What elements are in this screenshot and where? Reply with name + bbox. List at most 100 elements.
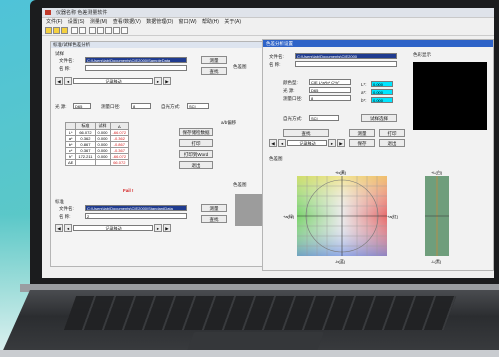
settings-dialog: 色差分析设置 文件名: C:\Users\lab\Documents\CIE20… — [262, 39, 494, 271]
lightness-bar: +L(白) -L(黑) — [425, 169, 449, 264]
sample-file-label: 文件名: — [59, 58, 74, 63]
table-cell: -66.072 — [109, 153, 130, 160]
sample-next-button[interactable]: ▸ — [154, 77, 162, 85]
color-diagram-label: 色差图 — [233, 64, 247, 69]
dialog-color-display-label: 色彩显示 — [413, 52, 431, 57]
dialog-light-label: 光 源: — [283, 88, 295, 93]
export-icon[interactable] — [105, 27, 112, 34]
axis-right-label: +a(红) — [387, 213, 399, 219]
settings-icon[interactable] — [113, 27, 120, 34]
standard-prev-button[interactable]: ◂ — [64, 224, 72, 232]
sample-last-button[interactable]: ▶ — [163, 77, 171, 85]
sample-nav-label: 记录移动 — [73, 78, 153, 84]
menu-bar: 文件(F) 设置(S) 测量(M) 查看/数据(V) 数据管理(D) 窗口(W)… — [42, 18, 494, 26]
sample-name-field[interactable] — [85, 65, 187, 71]
dialog-first-button[interactable]: ◀ — [269, 139, 277, 147]
dialog-exit-button[interactable]: 退出 — [379, 139, 405, 147]
light-field[interactable]: D65 — [73, 103, 91, 109]
menu-help[interactable]: 帮助(H) — [202, 19, 219, 25]
dialog-file-field[interactable]: C:\Users\lab\Documents\CIE2000 — [295, 53, 397, 59]
table-cell: 0.000 — [94, 147, 111, 154]
aperture-label: 测量口径: — [101, 104, 121, 109]
open-icon[interactable] — [45, 27, 52, 34]
settings-dialog-title: 色差分析设置 — [266, 41, 293, 46]
app-title: 仪器名称 色差测量软件 — [56, 10, 108, 16]
ka-label: a*: — [361, 90, 367, 95]
table-cell: 0.000 — [94, 135, 111, 142]
standard-measure-button[interactable]: 测量 — [201, 204, 227, 212]
aperture-field[interactable]: 8 — [131, 103, 151, 109]
standard-query-button[interactable]: 查找 — [201, 215, 227, 223]
table-icon[interactable] — [79, 27, 86, 34]
laptop-front-edge — [0, 350, 499, 357]
dialog-lightmode-select[interactable]: SCI — [309, 115, 339, 121]
ab-offset-label: a/b偏移 — [221, 120, 237, 125]
chart-icon[interactable] — [89, 27, 96, 34]
table-cell: 172.211 — [75, 153, 96, 160]
standard-first-button[interactable]: ◀ — [55, 224, 63, 232]
lbar-bottom-label: -L(黑) — [431, 259, 442, 264]
table-header: Δ — [109, 122, 130, 130]
laptop-screen: 仪器名称 色差测量软件 文件(F) 设置(S) 测量(M) 查看/数据(V) 数… — [42, 8, 494, 278]
dialog-light-select[interactable]: D65 — [309, 87, 351, 93]
dialog-measure-button[interactable]: 测量 — [349, 129, 375, 137]
dialog-print-button[interactable]: 打印 — [379, 129, 405, 137]
app-logo-icon — [45, 10, 51, 15]
dialog-next-button[interactable]: ▸ — [328, 139, 336, 147]
sample-file-field[interactable]: C:\Users\lab\Documents\CIE2000\SampleDat… — [85, 57, 187, 63]
menu-data[interactable]: 数据管理(D) — [146, 19, 173, 25]
menu-settings[interactable]: 设置(S) — [68, 19, 85, 25]
menu-about[interactable]: 关于(A) — [224, 19, 241, 25]
dialog-prev-button[interactable]: ◂ — [278, 139, 286, 147]
table-cell — [94, 159, 111, 166]
sample-measure-button[interactable]: 测量 — [201, 56, 227, 64]
dialog-name-field[interactable] — [295, 61, 397, 67]
axis-left-label: +a(绿) — [283, 213, 295, 219]
axis-bottom-label: -b(蓝) — [335, 258, 346, 264]
dialog-file-label: 文件名: — [269, 54, 284, 59]
grid-icon[interactable] — [71, 27, 78, 34]
standard-last-button[interactable]: ▶ — [163, 224, 171, 232]
toolbar — [42, 26, 494, 36]
save-check-data-button[interactable]: 保存储检数据 — [179, 128, 213, 136]
sample-select-button[interactable]: 试样选择 — [361, 114, 397, 122]
dialog-search-button[interactable]: 查找 — [283, 129, 329, 137]
dialog-save-button[interactable]: 保存 — [349, 139, 375, 147]
table-header: 试样 — [94, 122, 111, 130]
kb-label: b*: — [361, 98, 367, 103]
folder-icon[interactable] — [61, 27, 68, 34]
standard-next-button[interactable]: ▸ — [154, 224, 162, 232]
standard-file-field[interactable]: C:\Users\lab\Documents\CIE2000\StandardD… — [85, 205, 187, 211]
menu-measure[interactable]: 测量(M) — [90, 19, 108, 25]
ratio-field[interactable]: SCI — [187, 103, 209, 109]
help-icon[interactable] — [121, 27, 128, 34]
kl-field[interactable]: 0.000 — [371, 81, 393, 87]
exit-button[interactable]: 退出 — [179, 161, 213, 169]
print-word-button[interactable]: 打印到Word — [179, 150, 213, 158]
sample-prev-button[interactable]: ◂ — [64, 77, 72, 85]
sample-query-button[interactable]: 查找 — [201, 67, 227, 75]
menu-window[interactable]: 窗口(W) — [179, 19, 197, 25]
color-display-label: 色差图 — [233, 182, 247, 187]
dialog-aperture-select[interactable]: 8 — [309, 95, 351, 101]
save-icon[interactable] — [53, 27, 60, 34]
dialog-last-button[interactable]: ▶ — [337, 139, 345, 147]
axis-top-label: +b(黄) — [335, 169, 347, 175]
laptop-keyboard — [63, 296, 457, 330]
settings-dialog-titlebar: 色差分析设置 — [263, 40, 493, 47]
table-header — [64, 122, 77, 130]
standard-file-label: 文件名: — [59, 206, 74, 211]
print-icon[interactable] — [97, 27, 104, 34]
table-header: 标准 — [75, 122, 96, 130]
kb-field[interactable]: 0.000 — [371, 97, 393, 103]
menu-file[interactable]: 文件(F) — [46, 19, 62, 25]
standard-name-field[interactable]: 2 — [85, 213, 187, 219]
ka-field[interactable]: 0.000 — [371, 89, 393, 95]
menu-view[interactable]: 查看/数据(V) — [113, 19, 141, 25]
table-header-row: 标准 试样 Δ — [64, 122, 130, 130]
kl-label: L*: — [361, 82, 367, 87]
print-button[interactable]: 打印 — [179, 139, 213, 147]
fail-indicator: Fail ! — [123, 188, 134, 193]
color-model-select[interactable]: CIE L*a*b* C*h° — [309, 79, 351, 85]
sample-first-button[interactable]: ◀ — [55, 77, 63, 85]
